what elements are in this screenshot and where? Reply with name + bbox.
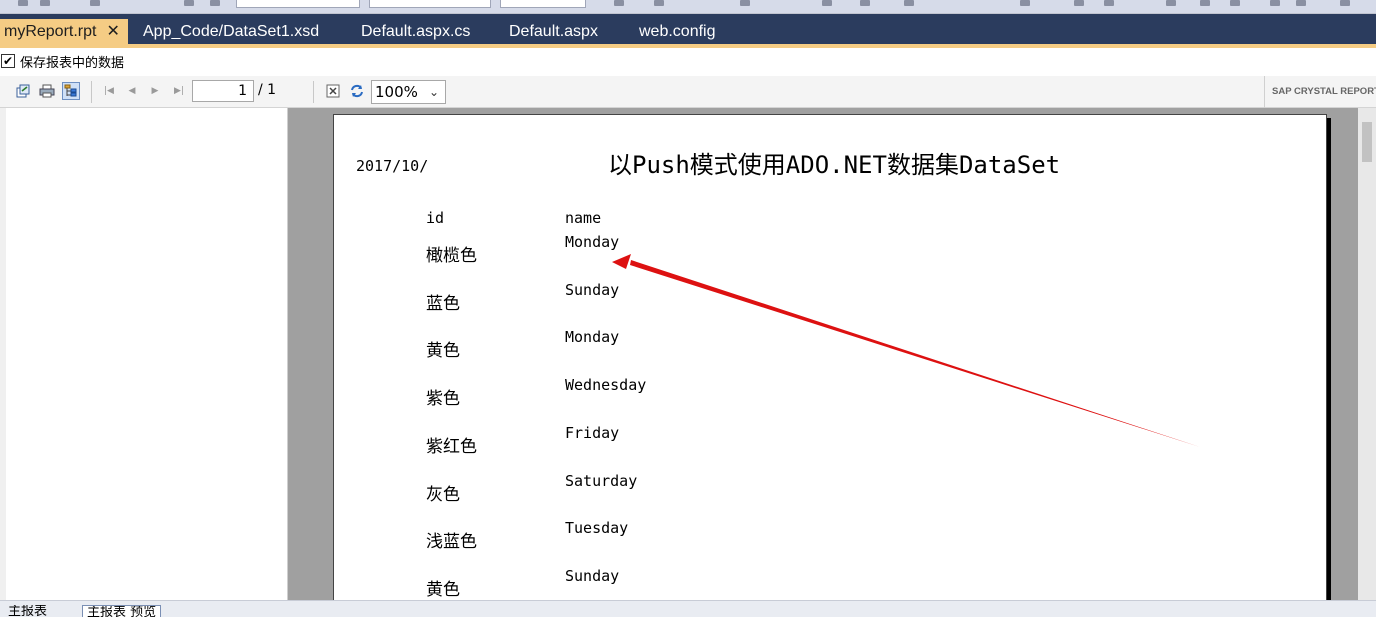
toolbar-separator: [313, 81, 314, 103]
arrow-shaft: [630, 260, 1200, 447]
toolbar-icon[interactable]: [822, 0, 832, 6]
toolbar-icon[interactable]: [1074, 0, 1084, 6]
toolbar-icon[interactable]: [1020, 0, 1030, 6]
toolbar-platform-dropdown[interactable]: [369, 0, 491, 8]
stop-icon[interactable]: [324, 82, 342, 100]
chevron-down-icon: ⌄: [428, 85, 439, 99]
group-tree-toggle-icon[interactable]: [62, 82, 80, 100]
toolbar-icon[interactable]: [860, 0, 870, 6]
toolbar-icon[interactable]: [1340, 0, 1350, 6]
tab-label: App_Code/DataSet1.xsd: [143, 23, 320, 40]
sap-crystal-logo: SAP CRYSTAL REPORT: [1264, 76, 1376, 108]
toolbar-save-icon[interactable]: [90, 0, 100, 6]
document-tab-strip: myReport.rpt ✕ App_Code/DataSet1.xsd Defa…: [0, 14, 1376, 48]
toolbar-redo-icon[interactable]: [210, 0, 220, 6]
export-icon[interactable]: [14, 82, 32, 100]
annotation-arrow: [612, 254, 1200, 447]
refresh-icon[interactable]: [348, 82, 366, 100]
toolbar-separator: [91, 81, 92, 103]
report-viewer-toolbar: |◀ ◀ ▶ ▶| 1 / 1 100% ⌄ SAP CRYSTAL REPOR…: [0, 76, 1376, 108]
save-data-checkbox[interactable]: ✔: [1, 54, 15, 68]
vertical-scrollbar[interactable]: [1358, 108, 1376, 600]
save-data-label: 保存报表中的数据: [20, 56, 125, 71]
toolbar-icon[interactable]: [1104, 0, 1114, 6]
toolbar-forward-icon[interactable]: [40, 0, 50, 6]
first-page-icon[interactable]: |◀: [102, 84, 116, 98]
toolbar-target-dropdown[interactable]: [500, 0, 586, 8]
toolbar-back-icon[interactable]: [18, 0, 28, 6]
scrollbar-thumb[interactable]: [1362, 122, 1372, 162]
tab-dataset1-xsd[interactable]: App_Code/DataSet1.xsd: [143, 19, 319, 44]
tab-default-aspx-cs[interactable]: Default.aspx.cs: [361, 19, 470, 44]
tab-label: web.config: [639, 23, 716, 40]
page-number-input[interactable]: 1: [192, 80, 254, 102]
toolbar-icon[interactable]: [904, 0, 914, 6]
toolbar-config-dropdown[interactable]: [236, 0, 360, 8]
tab-label: Default.aspx.cs: [361, 23, 471, 40]
ide-window: myReport.rpt ✕ App_Code/DataSet1.xsd Defa…: [0, 0, 1376, 617]
group-tree-pane[interactable]: [6, 108, 288, 600]
next-page-icon[interactable]: ▶: [148, 84, 162, 98]
print-icon[interactable]: [38, 82, 56, 100]
last-page-icon[interactable]: ▶|: [172, 84, 186, 98]
zoom-dropdown[interactable]: 100% ⌄: [371, 80, 446, 104]
tab-label: myReport.rpt: [4, 23, 97, 40]
tab-main-report-preview[interactable]: 主报表 预览: [82, 605, 162, 617]
toolbar-icon[interactable]: [740, 0, 750, 6]
tab-main-report[interactable]: 主报表: [8, 605, 47, 617]
toolbar-icon[interactable]: [1200, 0, 1210, 6]
report-preview-area[interactable]: 2017/10/ 以Push模式使用ADO.NET数据集DataSet id n…: [288, 108, 1358, 600]
toolbar-icon[interactable]: [614, 0, 624, 6]
close-icon[interactable]: ✕: [106, 19, 119, 44]
report-page: 2017/10/ 以Push模式使用ADO.NET数据集DataSet id n…: [333, 114, 1327, 600]
save-data-row: ✔ 保存报表中的数据: [0, 48, 1376, 76]
tab-label: Default.aspx: [509, 23, 598, 40]
ide-toolbar: [0, 0, 1376, 14]
page-total: / 1: [258, 82, 277, 98]
tab-default-aspx[interactable]: Default.aspx: [509, 19, 598, 44]
toolbar-icon[interactable]: [1270, 0, 1280, 6]
toolbar-icon[interactable]: [1166, 0, 1176, 6]
toolbar-icon[interactable]: [1296, 0, 1306, 6]
bottom-tab-strip: 主报表 主报表 预览: [0, 600, 1376, 617]
tab-myreport-rpt[interactable]: myReport.rpt ✕: [0, 19, 128, 46]
previous-page-icon[interactable]: ◀: [125, 84, 139, 98]
arrow-head: [612, 254, 631, 269]
zoom-value: 100%: [375, 83, 418, 101]
toolbar-icon[interactable]: [1230, 0, 1240, 6]
tab-web-config[interactable]: web.config: [639, 19, 716, 44]
toolbar-icon[interactable]: [654, 0, 664, 6]
toolbar-undo-icon[interactable]: [184, 0, 194, 6]
